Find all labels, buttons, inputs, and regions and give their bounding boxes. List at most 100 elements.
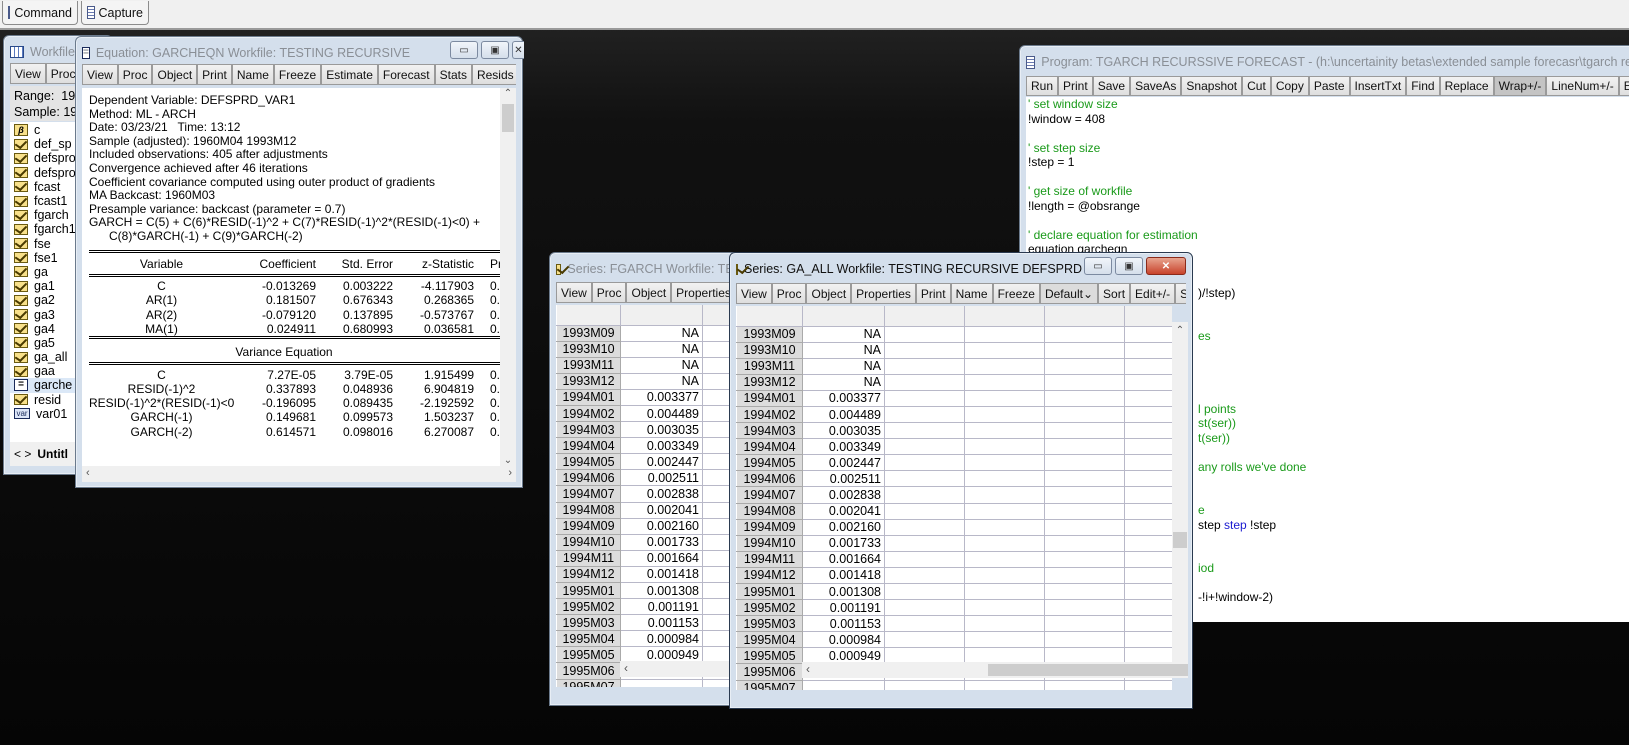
empty-cell[interactable] [1124, 486, 1172, 504]
snapshot-button[interactable]: Snapshot [1181, 76, 1243, 96]
empty-cell[interactable] [1124, 390, 1172, 407]
series-value-cell[interactable]: 0.002447 [802, 454, 885, 472]
empty-cell[interactable] [1044, 631, 1125, 649]
vertical-scrollbar[interactable]: ⌃ ⌄ [500, 88, 516, 466]
empty-cell[interactable] [1124, 406, 1172, 424]
empty-cell[interactable] [1124, 358, 1172, 375]
proc-button[interactable]: Proc [771, 283, 807, 304]
empty-cell[interactable] [964, 535, 1045, 552]
series-value-cell[interactable] [802, 680, 885, 690]
range-value[interactable]: 19 [61, 89, 75, 103]
empty-cell[interactable] [1044, 374, 1125, 391]
resids-button[interactable]: Resids [471, 64, 516, 85]
series-value-cell[interactable]: 0.001308 [620, 582, 703, 600]
empty-cell[interactable] [964, 551, 1045, 568]
series-value-cell[interactable]: 0.001664 [802, 551, 885, 568]
series-value-cell[interactable]: 0.001733 [620, 534, 703, 551]
empty-cell[interactable] [964, 342, 1045, 359]
series-value-cell[interactable]: 0.000984 [802, 631, 885, 649]
row-date-label[interactable]: 1993M10 [736, 341, 803, 359]
maximize-button[interactable]: ▣ [1115, 257, 1143, 275]
row-date-label[interactable]: 1993M12 [556, 372, 621, 390]
empty-cell[interactable] [884, 503, 965, 520]
column-header[interactable] [964, 306, 1045, 327]
empty-cell[interactable] [1044, 438, 1125, 456]
empty-cell[interactable] [1044, 599, 1125, 617]
empty-cell[interactable] [884, 422, 965, 440]
empty-cell[interactable] [1044, 503, 1125, 520]
empty-cell[interactable] [884, 326, 965, 343]
vertical-scrollbar[interactable]: ⌃ ⌄ [1172, 322, 1188, 674]
series-value-cell[interactable]: NA [620, 325, 703, 342]
row-date-label[interactable]: 1994M07 [736, 486, 803, 504]
empty-cell[interactable] [1124, 535, 1172, 552]
empty-cell[interactable] [1124, 519, 1172, 536]
copy-button[interactable]: Copy [1270, 76, 1309, 96]
empty-cell[interactable] [964, 422, 1045, 440]
empty-cell[interactable] [884, 567, 965, 585]
properties-button[interactable]: Properties [851, 283, 916, 304]
empty-cell[interactable] [964, 374, 1045, 391]
empty-cell[interactable] [1044, 519, 1125, 536]
name-button[interactable]: Name [950, 283, 993, 304]
series-value-cell[interactable]: 0.001191 [620, 598, 703, 616]
object-button[interactable]: Object [626, 282, 672, 303]
series-value-cell[interactable]: 0.002041 [620, 502, 703, 519]
series-value-cell[interactable]: 0.001308 [802, 583, 885, 601]
empty-cell[interactable] [964, 615, 1045, 633]
save-button[interactable]: Save [1092, 76, 1131, 96]
row-date-label[interactable]: 1994M01 [556, 388, 621, 406]
empty-cell[interactable] [1124, 326, 1172, 343]
minimize-button[interactable]: ▭ [1084, 257, 1112, 275]
view-button[interactable]: View [556, 282, 592, 303]
empty-cell[interactable] [884, 551, 965, 568]
sort-button[interactable]: Sort [1098, 283, 1131, 304]
tab-command[interactable]: Command [2, 1, 78, 25]
series-value-cell[interactable]: 0.002160 [620, 518, 703, 535]
series-value-cell[interactable]: NA [620, 373, 703, 390]
empty-cell[interactable] [1124, 615, 1172, 633]
column-header[interactable] [802, 306, 885, 327]
view-button[interactable]: View [82, 64, 118, 85]
print-button[interactable]: Print [197, 64, 232, 85]
row-date-label[interactable]: 1994M10 [736, 534, 803, 552]
row-date-label[interactable]: 1994M08 [556, 501, 621, 519]
series-value-cell[interactable]: 0.001418 [620, 566, 703, 584]
row-date-label[interactable]: 1994M04 [736, 438, 803, 456]
row-date-label[interactable]: 1995M06 [556, 662, 621, 680]
empty-cell[interactable] [1044, 470, 1125, 488]
row-date-label[interactable]: 1995M07 [556, 678, 621, 687]
empty-cell[interactable] [964, 599, 1045, 617]
empty-cell[interactable] [1044, 422, 1125, 440]
empty-cell[interactable] [1044, 567, 1125, 585]
empty-cell[interactable] [964, 326, 1045, 343]
view-button[interactable]: View [736, 283, 772, 304]
row-date-label[interactable]: 1994M11 [736, 550, 803, 568]
series-value-cell[interactable]: 0.003377 [802, 390, 885, 407]
minimize-button[interactable]: ▭ [450, 41, 478, 59]
empty-cell[interactable] [884, 390, 965, 407]
empty-cell[interactable] [964, 631, 1045, 649]
empty-cell[interactable] [1124, 342, 1172, 359]
row-date-label[interactable]: 1994M06 [736, 470, 803, 488]
display-type-select[interactable]: Default ⌄ [1039, 283, 1099, 304]
column-header[interactable] [884, 306, 965, 327]
empty-cell[interactable] [1044, 583, 1125, 601]
empty-cell[interactable] [1044, 358, 1125, 375]
empty-cell[interactable] [1124, 503, 1172, 520]
row-date-label[interactable]: 1993M12 [736, 373, 803, 391]
column-header[interactable] [736, 306, 803, 327]
row-date-label[interactable]: 1993M11 [736, 357, 803, 375]
empty-cell[interactable] [1124, 470, 1172, 488]
scroll-left-icon[interactable]: ‹ [624, 661, 628, 675]
page-tab-untitled[interactable]: Untitl [37, 447, 68, 461]
row-date-label[interactable]: 1994M09 [556, 517, 621, 535]
row-date-label[interactable]: 1995M03 [556, 614, 621, 632]
row-date-label[interactable]: 1995M05 [556, 646, 621, 664]
run-button[interactable]: Run [1026, 76, 1059, 96]
print-button[interactable]: Print [1058, 76, 1093, 96]
empty-cell[interactable] [1124, 374, 1172, 391]
scroll-thumb[interactable] [502, 104, 514, 132]
series-value-cell[interactable]: 0.004489 [620, 405, 703, 423]
empty-cell[interactable] [884, 486, 965, 504]
